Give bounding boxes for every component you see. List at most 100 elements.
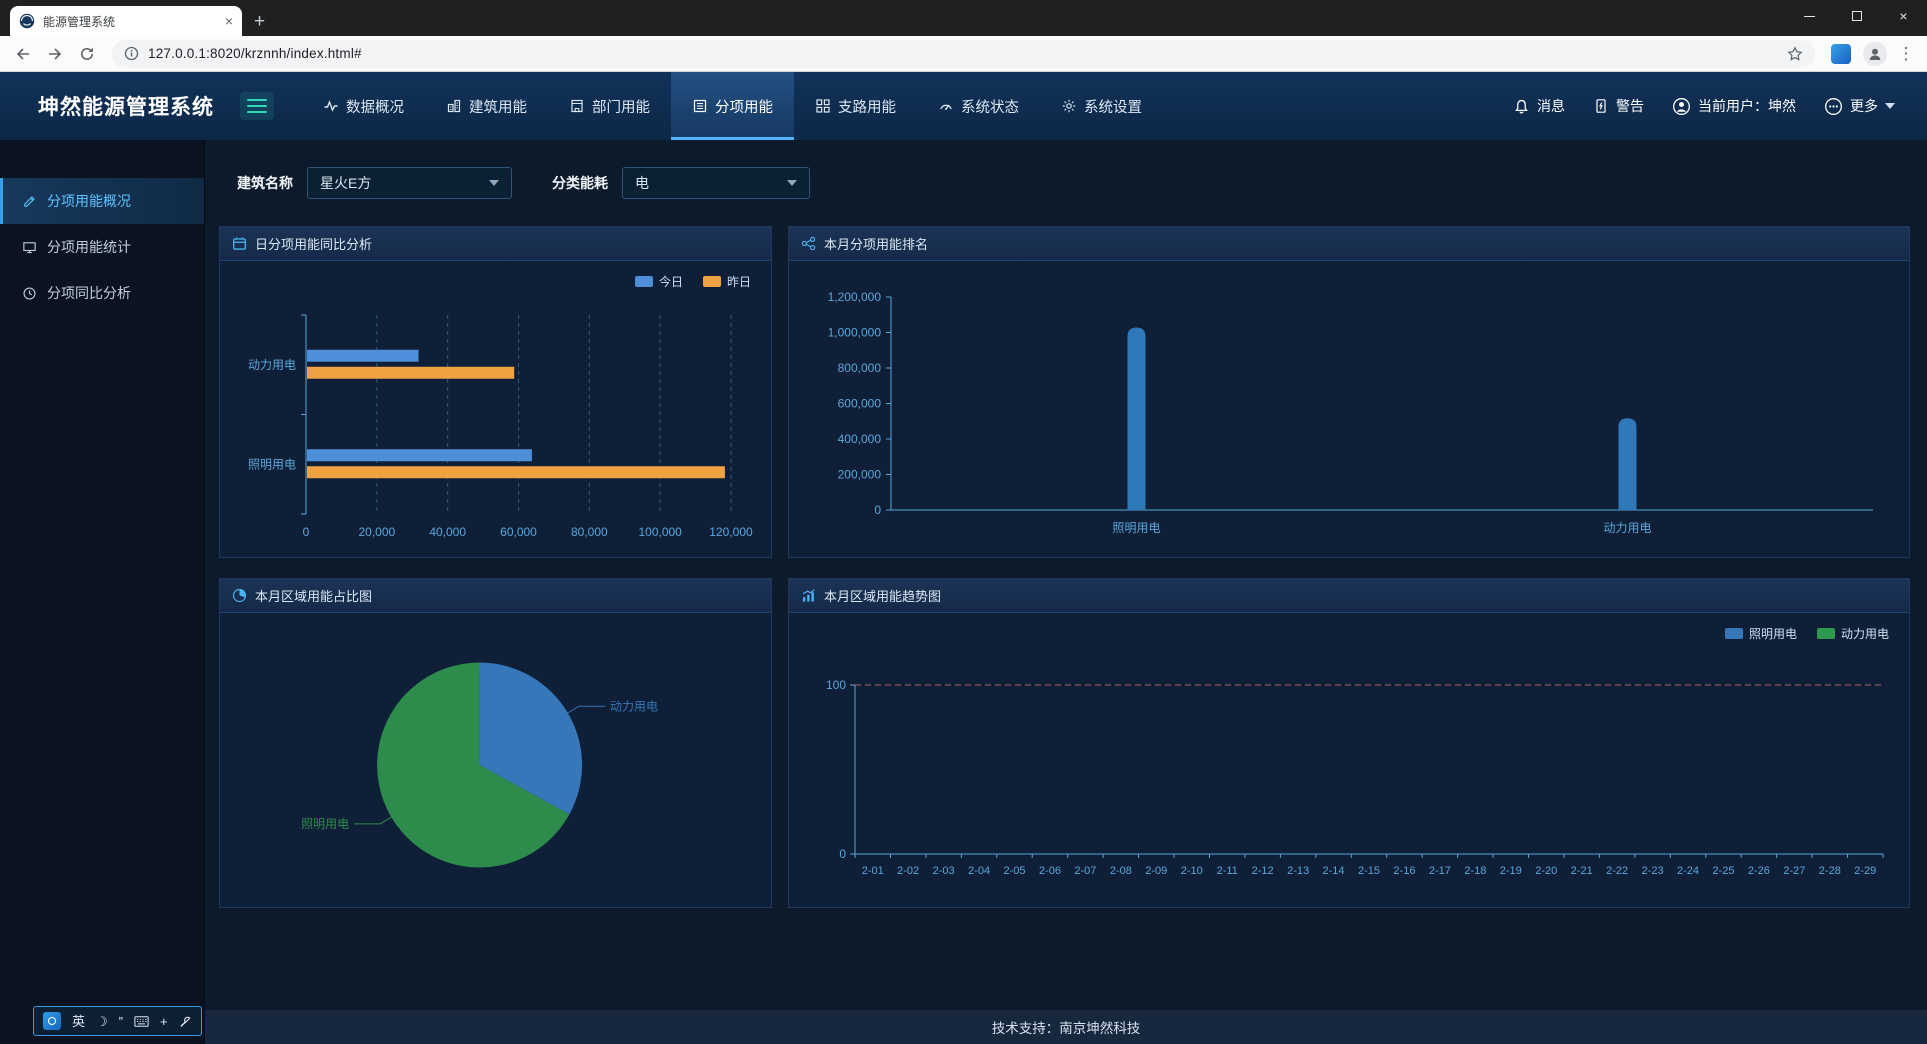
panel-monthly-rank: 本月分项用能排名 0200,000400,000600,000800,0001,…: [788, 226, 1910, 558]
nav-item-system-settings[interactable]: 系统设置: [1040, 72, 1163, 140]
window-close-button[interactable]: ×: [1880, 0, 1927, 32]
panel-body: 动力用电照明用电: [220, 613, 771, 906]
svg-text:0: 0: [303, 525, 310, 539]
sidebar-item-label: 分项同比分析: [47, 283, 131, 303]
window-minimize-button[interactable]: [1786, 0, 1833, 32]
sidebar-item-category-yoy[interactable]: 分项同比分析: [0, 270, 204, 316]
pulse-icon: [323, 98, 339, 114]
ime-keyboard-icon[interactable]: [134, 1016, 149, 1027]
back-arrow-icon: [15, 46, 31, 62]
pie-chart-icon: [232, 588, 247, 603]
bookmark-star-icon[interactable]: [1787, 46, 1803, 62]
nav-item-system-status[interactable]: 系统状态: [917, 72, 1040, 140]
nav-item-category-energy[interactable]: 分项用能: [671, 72, 794, 140]
refresh-button[interactable]: [72, 39, 102, 69]
current-user[interactable]: 当前用户：坤然: [1672, 96, 1796, 116]
nav-item-department-energy[interactable]: 部门用能: [548, 72, 671, 140]
ime-plus-icon[interactable]: +: [160, 1015, 168, 1028]
tab-title: 能源管理系统: [43, 13, 217, 30]
ime-toolbar[interactable]: 英 ☽ ” +: [33, 1006, 202, 1036]
panel-title: 本月分项用能排名: [824, 234, 928, 253]
legend-label: 照明用电: [1749, 625, 1797, 642]
address-bar[interactable]: 127.0.0.1:8020/krznnh/index.html#: [112, 40, 1815, 68]
footer-text: 技术支持：南京坤然科技: [992, 1017, 1141, 1037]
svg-text:40,000: 40,000: [429, 525, 466, 539]
svg-text:2-04: 2-04: [968, 865, 990, 877]
panel-body: 照明用电 动力用电 01002-012-022-032-042-052-062-…: [789, 613, 1909, 906]
svg-text:2-01: 2-01: [862, 865, 884, 877]
panel-body: 0200,000400,000600,000800,0001,000,0001,…: [789, 261, 1909, 556]
minimize-icon: [1804, 16, 1815, 17]
browser-profile-icon[interactable]: [1863, 42, 1887, 66]
filter-bar: 建筑名称 星火E方 分类能耗 电: [219, 166, 1910, 200]
svg-text:20,000: 20,000: [358, 525, 395, 539]
energy-type-select[interactable]: 电: [622, 167, 810, 199]
sidebar-item-category-stats[interactable]: 分项用能统计: [0, 224, 204, 270]
browser-menu-icon[interactable]: ⋮: [1893, 44, 1919, 64]
new-tab-button[interactable]: +: [254, 12, 265, 31]
branch-grid-icon: [815, 98, 831, 114]
nav-item-branch-energy[interactable]: 支路用能: [794, 72, 917, 140]
svg-text:2-10: 2-10: [1181, 865, 1203, 877]
ime-logo-icon[interactable]: [43, 1012, 61, 1030]
svg-text:60,000: 60,000: [500, 525, 537, 539]
forward-button[interactable]: [40, 39, 70, 69]
gear-icon: [1061, 98, 1077, 114]
panel-title: 本月区域用能趋势图: [824, 586, 941, 605]
sidebar-item-category-overview[interactable]: 分项用能概况: [0, 178, 204, 224]
svg-text:2-26: 2-26: [1748, 865, 1770, 877]
site-info-icon[interactable]: [124, 46, 139, 61]
svg-text:动力用电: 动力用电: [610, 699, 658, 713]
svg-text:2-17: 2-17: [1429, 865, 1451, 877]
svg-text:2-22: 2-22: [1606, 865, 1628, 877]
ime-wrench-icon[interactable]: [179, 1015, 192, 1028]
svg-text:2-16: 2-16: [1393, 865, 1415, 877]
clock-icon: [22, 286, 37, 301]
building-select[interactable]: 星火E方: [307, 167, 512, 199]
sidebar-item-label: 分项用能统计: [47, 237, 131, 257]
svg-text:照明用电: 照明用电: [1112, 521, 1160, 535]
extension-icon[interactable]: [1831, 44, 1851, 64]
more-button[interactable]: 更多: [1824, 96, 1895, 116]
ime-language-button[interactable]: 英: [72, 1015, 85, 1028]
tab-favicon: [19, 13, 35, 29]
svg-text:照明用电: 照明用电: [301, 817, 349, 831]
panels-grid: 日分项用能同比分析 今日 昨日: [219, 226, 1910, 908]
nav-label: 建筑用能: [469, 96, 527, 117]
nav-item-data-overview[interactable]: 数据概况: [302, 72, 425, 140]
alerts-button[interactable]: 警告: [1593, 96, 1644, 116]
ime-punctuation-icon[interactable]: ”: [119, 1015, 123, 1028]
gauge-icon: [938, 98, 954, 114]
window-maximize-button[interactable]: [1833, 0, 1880, 32]
svg-text:1,000,000: 1,000,000: [828, 326, 882, 340]
legend-item-power[interactable]: 动力用电: [1817, 625, 1889, 642]
hamburger-menu-icon[interactable]: [240, 92, 274, 120]
chevron-down-icon: [489, 180, 499, 186]
monitor-icon: [22, 240, 37, 255]
ime-halfmoon-icon[interactable]: ☽: [96, 1015, 108, 1028]
legend-swatch: [635, 276, 653, 287]
tab-close-icon[interactable]: ×: [225, 14, 233, 28]
bell-icon: [1513, 98, 1530, 115]
back-button[interactable]: [8, 39, 38, 69]
screen: 能源管理系统 × + ×: [0, 0, 1927, 1044]
building-select-value: 星火E方: [320, 173, 371, 193]
legend-swatch: [703, 276, 721, 287]
alerts-label: 警告: [1616, 96, 1644, 116]
window-controls: ×: [1786, 0, 1927, 32]
svg-text:200,000: 200,000: [838, 468, 882, 482]
svg-text:2-05: 2-05: [1004, 865, 1026, 877]
legend-item-today[interactable]: 今日: [635, 273, 683, 290]
messages-button[interactable]: 消息: [1513, 96, 1565, 116]
legend-item-yesterday[interactable]: 昨日: [703, 273, 751, 290]
nav-item-building-energy[interactable]: 建筑用能: [425, 72, 548, 140]
calendar-icon: [232, 236, 247, 251]
browser-tab[interactable]: 能源管理系统 ×: [10, 6, 242, 36]
region-pie-chart: 动力用电照明用电: [230, 621, 761, 898]
user-avatar-icon: [1672, 97, 1691, 116]
legend-item-lighting[interactable]: 照明用电: [1725, 625, 1797, 642]
nav-label: 支路用能: [838, 96, 896, 117]
svg-text:2-09: 2-09: [1145, 865, 1167, 877]
nav-label: 系统设置: [1084, 96, 1142, 117]
panel-header: 日分项用能同比分析: [220, 227, 771, 261]
